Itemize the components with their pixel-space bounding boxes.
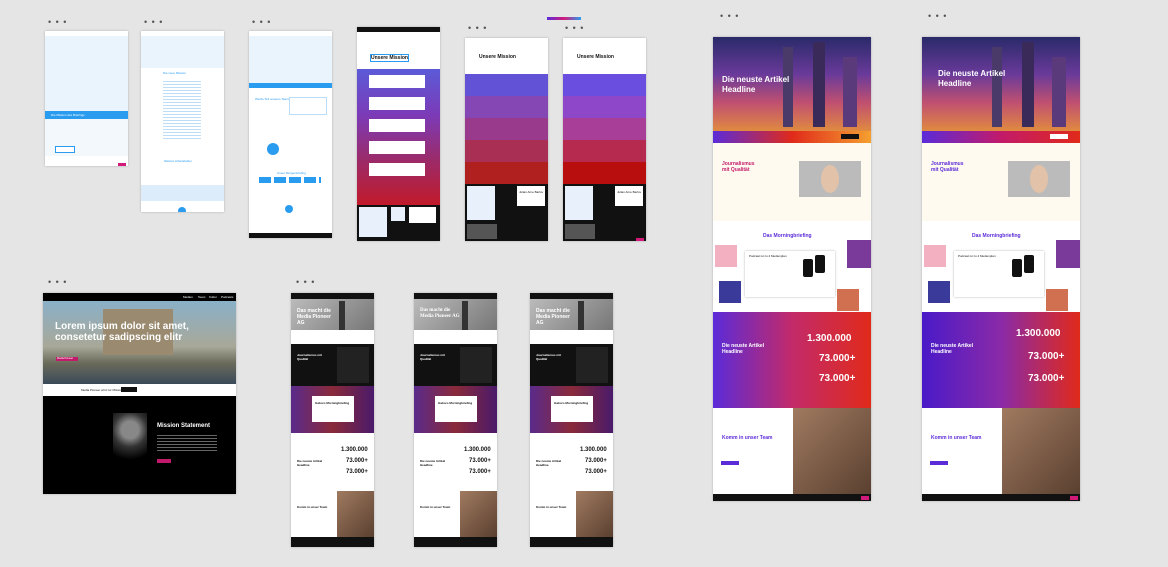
section-title: Unser Morgenbriefing	[277, 171, 306, 175]
stat-2: 73.000+	[819, 353, 856, 364]
cta-button[interactable]	[841, 134, 859, 139]
stat-2: 73.000+	[585, 458, 607, 464]
gradient-swatch	[547, 17, 581, 20]
hero-headline: Die neuste Artikel Headline	[938, 69, 1006, 88]
stat-3: 73.000+	[819, 373, 856, 384]
frame-menu-dots[interactable]: • • •	[144, 18, 163, 27]
stat-3: 73.000+	[585, 469, 607, 475]
heading: Die neue Mission	[163, 71, 187, 75]
article-heading: Die neuste Artikel Headline	[536, 459, 562, 467]
article-heading: Die neuste Artikel Headline	[420, 459, 446, 467]
quality-heading: Journalismus mit Qualität	[420, 353, 445, 361]
wireframe-frame-2[interactable]: Die neue Mission Weitere Arbeitsfelder	[141, 31, 224, 212]
frame-menu-dots[interactable]: • • •	[928, 12, 947, 21]
briefing-card-title: Podcast ist zu 4 Medienplan	[958, 254, 996, 258]
frame-menu-dots[interactable]: • • •	[296, 278, 315, 287]
team-heading: Komm in unser Team	[297, 505, 328, 509]
hero-headline: Das macht die Media Pioneer AG	[420, 308, 460, 319]
hero-headline: Das macht die Media Pioneer AG	[536, 308, 570, 326]
profile-heading: Julian Arne Barlov	[519, 190, 544, 194]
stat-2: 73.000+	[1028, 351, 1065, 362]
nav-team[interactable]: Team	[198, 295, 205, 299]
briefing-heading: Das Morningbriefing	[972, 233, 1021, 239]
mission-title: Unsere Mission	[479, 54, 516, 60]
cityscape-frame[interactable]: Medien Team Kultur Podcasts Lorem ipsum …	[43, 293, 236, 494]
stat-1: 1.300.000	[807, 333, 852, 344]
team-cta[interactable]	[721, 461, 739, 465]
stat-2: 73.000+	[469, 458, 491, 464]
mission-frame-2[interactable]: Unsere Mission Julian Arne Barlov	[465, 38, 548, 241]
cta-button[interactable]	[1050, 134, 1068, 139]
section-title: Weitere Arbeitsfelder	[164, 159, 192, 163]
morning-heading: Gabors Morningbriefing	[315, 401, 350, 405]
briefing-card-title: Podcast ist zu 4 Medienplan	[749, 254, 787, 258]
mission-frame-3[interactable]: Unsere Mission Julian Arne Barlov	[563, 38, 646, 241]
morning-heading: Gabors Morningbriefing	[554, 401, 589, 405]
quality-heading: Journalismus mit Qualität	[536, 353, 561, 361]
mission-frame-1[interactable]: Unsere Mission	[357, 27, 440, 241]
wireframe-frame-3[interactable]: Werde Teil unseres Teams Unser Morgenbri…	[249, 31, 332, 238]
article-heading: Die neuste Artikel Headline	[931, 343, 974, 355]
stat-1: 1.300.000	[464, 447, 491, 453]
stat-3: 73.000+	[469, 469, 491, 475]
team-heading: Komm in unser Team	[931, 435, 982, 441]
stat-1: 1.300.000	[341, 447, 368, 453]
team-heading: Komm in unser Team	[536, 505, 567, 509]
final-design-frame-1[interactable]: Die neuste Artikel Headline Journalismus…	[713, 37, 871, 501]
nav-kultur[interactable]: Kultur	[209, 295, 217, 299]
frame-menu-dots[interactable]: • • •	[565, 24, 584, 33]
wireframe-frame-1[interactable]: Die Mission des Briefings	[45, 31, 128, 166]
article-heading: Die neuste Artikel Headline	[722, 343, 765, 355]
quality-heading: Journalismus mit Qualität	[722, 161, 755, 173]
tower-frame-2[interactable]: Das macht die Media Pioneer AG Journalis…	[414, 293, 497, 547]
banner-button[interactable]	[121, 387, 137, 392]
quality-heading: Journalismus mit Qualität	[297, 353, 322, 361]
final-design-frame-2[interactable]: Die neuste Artikel Headline Journalismus…	[922, 37, 1080, 501]
article-heading: Die neuste Artikel Headline	[297, 459, 323, 467]
team-heading: Komm in unser Team	[722, 435, 773, 441]
frame-menu-dots[interactable]: • • •	[252, 18, 271, 27]
tower-frame-3[interactable]: Das macht die Media Pioneer AG Journalis…	[530, 293, 613, 547]
nav-medien[interactable]: Medien	[183, 295, 193, 299]
hero-headline: Das macht die Media Pioneer AG	[297, 308, 331, 326]
mission-cta[interactable]	[157, 459, 171, 463]
team-heading: Komm in unser Team	[420, 505, 451, 509]
tower-frame-1[interactable]: Das macht die Media Pioneer AG Journalis…	[291, 293, 374, 547]
stat-3: 73.000+	[1028, 373, 1065, 384]
morning-heading: Gabors Morningbriefing	[438, 401, 473, 405]
mission-title: Unsere Mission	[370, 54, 409, 62]
nav-podcasts[interactable]: Podcasts	[221, 295, 233, 299]
mission-title: Mission Statement	[157, 423, 211, 429]
frame-menu-dots[interactable]: • • •	[468, 24, 487, 33]
briefing-heading: Das Morningbriefing	[763, 233, 812, 239]
hero-headline: Die neuste Artikel Headline	[722, 75, 790, 94]
stat-1: 1.300.000	[1016, 328, 1061, 339]
frame-menu-dots[interactable]: • • •	[48, 18, 67, 27]
stat-1: 1.300.000	[580, 447, 607, 453]
hero-headline: Lorem ipsum dolor sit amet, consetetur s…	[55, 321, 189, 343]
mission-title: Unsere Mission	[577, 54, 614, 60]
banner-text: Media Pioneer wird zur Mission	[81, 388, 123, 392]
section-title: Die Mission des Briefings	[51, 113, 85, 117]
stat-2: 73.000+	[346, 458, 368, 464]
profile-heading: Julian Arne Barlov	[617, 190, 642, 194]
frame-menu-dots[interactable]: • • •	[720, 12, 739, 21]
stat-3: 73.000+	[346, 469, 368, 475]
heading: Werde Teil unseres Teams	[255, 97, 291, 101]
quality-heading: Journalismus mit Qualität	[931, 161, 964, 173]
team-cta[interactable]	[930, 461, 948, 465]
frame-menu-dots[interactable]: • • •	[48, 278, 67, 287]
